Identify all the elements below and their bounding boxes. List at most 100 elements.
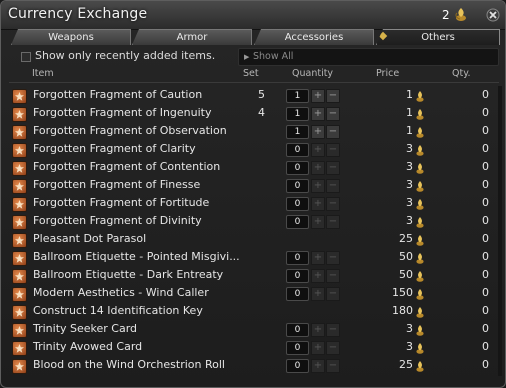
item-owned-qty: 0 <box>482 160 489 173</box>
increase-button[interactable]: + <box>311 269 325 283</box>
increase-button[interactable]: + <box>311 197 325 211</box>
list-item[interactable]: Pleasant Dot Parasol 25 0 <box>1 230 505 248</box>
card-icon <box>12 323 27 338</box>
increase-button[interactable]: + <box>311 161 325 175</box>
list-item[interactable]: Construct 14 Identification Key 180 0 <box>1 302 505 320</box>
list-item[interactable]: Forgotten Fragment of Divinity 0 + −3 0 <box>1 212 505 230</box>
star-fragment-icon <box>12 161 27 176</box>
increase-button[interactable]: + <box>311 287 325 301</box>
item-owned-qty: 0 <box>482 304 489 317</box>
decrease-button[interactable]: − <box>326 341 340 355</box>
increase-button[interactable]: + <box>311 215 325 229</box>
quantity-input[interactable]: 0 <box>286 341 309 355</box>
item-price: 3 <box>406 214 413 227</box>
column-quantity: Quantity <box>292 68 334 79</box>
star-fragment-icon <box>12 215 27 230</box>
quantity-input[interactable]: 1 <box>286 107 309 121</box>
decrease-button[interactable]: − <box>326 89 340 103</box>
close-icon[interactable] <box>486 7 500 22</box>
item-name: Trinity Seeker Card <box>33 322 138 335</box>
tab-armor[interactable]: Armor <box>132 29 252 45</box>
increase-button[interactable]: + <box>311 341 325 355</box>
filter-dropdown[interactable]: ▶ Show All <box>238 48 499 66</box>
title-bar[interactable]: Currency Exchange 2 <box>1 1 505 30</box>
decrease-button[interactable]: − <box>326 251 340 265</box>
item-price: 3 <box>406 178 413 191</box>
currency-count: 2 <box>442 8 450 22</box>
decrease-button[interactable]: − <box>326 323 340 337</box>
increase-button[interactable]: + <box>311 125 325 139</box>
quantity-input[interactable]: 1 <box>286 125 309 139</box>
quantity-input[interactable]: 0 <box>286 143 309 157</box>
tab-label: Accessories <box>284 32 344 43</box>
recent-items-checkbox[interactable] <box>21 52 31 62</box>
recent-items-label[interactable]: Show only recently added items. <box>35 49 215 62</box>
scrollbar[interactable] <box>498 86 502 376</box>
item-owned-qty: 0 <box>482 322 489 335</box>
tab-others[interactable]: Others <box>376 29 500 45</box>
decrease-button[interactable]: − <box>326 161 340 175</box>
quantity-input[interactable]: 0 <box>286 197 309 211</box>
decrease-button[interactable]: − <box>326 125 340 139</box>
increase-button[interactable]: + <box>311 107 325 121</box>
list-item[interactable]: Forgotten Fragment of Observation 1 + −1 0 <box>1 122 505 140</box>
list-item[interactable]: Blood on the Wind Orchestrion Roll 0 + −25 … <box>1 356 505 374</box>
star-fragment-icon <box>12 107 27 122</box>
decrease-button[interactable]: − <box>326 143 340 157</box>
star-fragment-icon <box>12 197 27 212</box>
quantity-input[interactable]: 0 <box>286 359 309 373</box>
decrease-button[interactable]: − <box>326 179 340 193</box>
quantity-input[interactable]: 0 <box>286 269 309 283</box>
decrease-button[interactable]: − <box>326 287 340 301</box>
item-owned-qty: 0 <box>482 286 489 299</box>
column-item: Item <box>32 68 54 79</box>
list-item[interactable]: Modern Aesthetics - Wind Caller 0 + −150 0 <box>1 284 505 302</box>
decrease-button[interactable]: − <box>326 359 340 373</box>
music-roll-icon <box>12 359 27 374</box>
tab-accessories[interactable]: Accessories <box>254 29 374 45</box>
item-price: 25 <box>399 232 413 245</box>
list-item[interactable]: Trinity Avowed Card 0 + −3 0 <box>1 338 505 356</box>
increase-button[interactable]: + <box>311 143 325 157</box>
increase-button[interactable]: + <box>311 179 325 193</box>
quantity-input[interactable]: 0 <box>286 161 309 175</box>
column-qty: Qty. <box>452 68 471 79</box>
item-name: Forgotten Fragment of Finesse <box>33 178 201 191</box>
list-item[interactable]: Forgotten Fragment of Finesse 0 + −3 0 <box>1 176 505 194</box>
item-set: 5 <box>258 88 265 101</box>
item-name: Blood on the Wind Orchestrion Roll <box>33 358 225 371</box>
tab-label: Others <box>421 32 455 43</box>
list-item[interactable]: Forgotten Fragment of Clarity 0 + −3 0 <box>1 140 505 158</box>
quantity-input[interactable]: 0 <box>286 287 309 301</box>
item-owned-qty: 0 <box>482 358 489 371</box>
increase-button[interactable]: + <box>311 89 325 103</box>
increase-button[interactable]: + <box>311 323 325 337</box>
key-icon <box>12 305 27 320</box>
item-owned-qty: 0 <box>482 178 489 191</box>
list-item[interactable]: Ballroom Etiquette - Pointed Misgivi... 0… <box>1 248 505 266</box>
increase-button[interactable]: + <box>311 359 325 373</box>
item-name: Ballroom Etiquette - Pointed Misgivi... <box>33 250 240 263</box>
tab-weapons[interactable]: Weapons <box>11 29 131 45</box>
decrease-button[interactable]: − <box>326 107 340 121</box>
list-item[interactable]: Ballroom Etiquette - Dark Entreaty 0 + −50 … <box>1 266 505 284</box>
item-set: 4 <box>258 106 265 119</box>
quantity-input[interactable]: 0 <box>286 251 309 265</box>
list-item[interactable]: Forgotten Fragment of Caution 5 1 + −1 0 <box>1 86 505 104</box>
decrease-button[interactable]: − <box>326 197 340 211</box>
list-item[interactable]: Forgotten Fragment of Fortitude 0 + −3 0 <box>1 194 505 212</box>
quantity-input[interactable]: 0 <box>286 215 309 229</box>
tab-label: Weapons <box>48 32 94 43</box>
list-item[interactable]: Forgotten Fragment of Contention 0 + −3 0 <box>1 158 505 176</box>
item-price: 1 <box>406 88 413 101</box>
decrease-button[interactable]: − <box>326 215 340 229</box>
dropdown-arrow-icon: ▶ <box>244 53 250 61</box>
list-item[interactable]: Forgotten Fragment of Ingenuity 4 1 + −1 0 <box>1 104 505 122</box>
quantity-input[interactable]: 0 <box>286 323 309 337</box>
list-item[interactable]: Trinity Seeker Card 0 + −3 0 <box>1 320 505 338</box>
decrease-button[interactable]: − <box>326 269 340 283</box>
quantity-input[interactable]: 0 <box>286 179 309 193</box>
increase-button[interactable]: + <box>311 251 325 265</box>
quantity-input[interactable]: 1 <box>286 89 309 103</box>
item-name: Forgotten Fragment of Ingenuity <box>33 106 212 119</box>
